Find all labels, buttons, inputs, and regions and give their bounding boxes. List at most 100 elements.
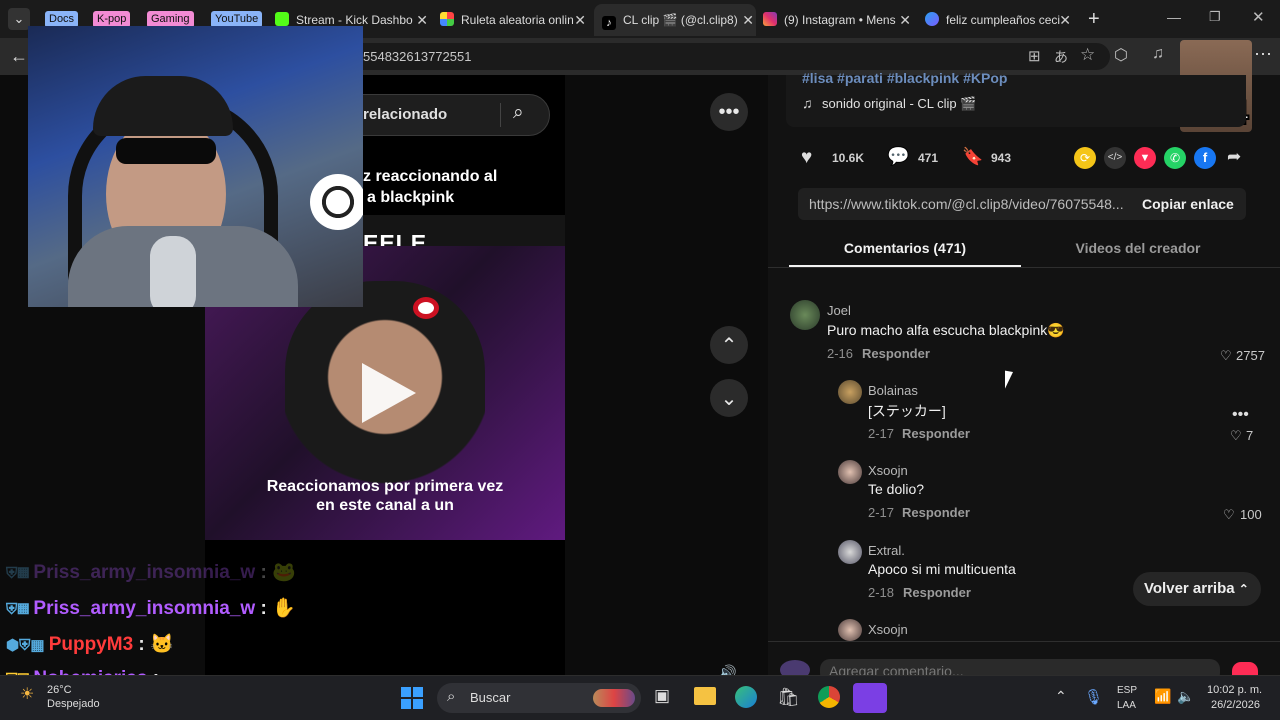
copy-link-button[interactable]: Copiar enlace: [1142, 196, 1234, 212]
cap-logo: [413, 297, 439, 319]
save-count: 943: [991, 151, 1012, 165]
new-tab-icon[interactable]: +: [1088, 8, 1100, 31]
tab-cumpleanos[interactable]: feliz cumpleaños ceci ✕: [925, 4, 1073, 36]
tabs-divider: [768, 267, 1280, 268]
next-video-button[interactable]: ⌄: [710, 379, 748, 417]
tab-instagram[interactable]: (9) Instagram • Mens ✕: [763, 4, 913, 36]
facebook-icon[interactable]: f: [1194, 147, 1216, 169]
wheel-icon: [440, 12, 454, 26]
obs-app-icon[interactable]: [853, 683, 887, 713]
reply-button[interactable]: Responder: [902, 505, 970, 520]
send-to-friends-icon[interactable]: ▼: [1134, 147, 1156, 169]
reply-button[interactable]: Responder: [903, 585, 971, 600]
avatar[interactable]: [790, 300, 820, 330]
comment-like-count: 2757: [1236, 348, 1265, 363]
tray-chevron-icon[interactable]: ⌃: [1055, 688, 1067, 705]
repost-icon[interactable]: ⟳: [1074, 147, 1096, 169]
close-tab-icon[interactable]: ✕: [742, 4, 754, 36]
chat-username: Priss_army_insomnia_w: [33, 562, 256, 583]
tab-ruleta[interactable]: Ruleta aleatoria onlin ✕: [440, 4, 588, 36]
chat-separator: :: [260, 598, 267, 619]
close-window-icon[interactable]: ✕: [1252, 8, 1265, 26]
comment-username[interactable]: Xsoojn: [868, 622, 908, 637]
search-icon[interactable]: ⌕: [513, 102, 524, 124]
clock-date[interactable]: 26/2/2026: [1211, 699, 1260, 711]
microphone-icon[interactable]: 🎙: [1084, 688, 1103, 706]
tab-cl-clip[interactable]: ♪ CL clip 🎬 (@cl.clip8) ✕: [594, 4, 756, 36]
weather-temp: 26°C: [47, 684, 72, 696]
search-icon: ⌕: [447, 688, 456, 705]
close-tab-icon[interactable]: ✕: [1059, 4, 1071, 36]
music-note-icon: ♫: [802, 95, 813, 111]
soccer-ball-shape: [310, 174, 363, 230]
comment-more-icon[interactable]: •••: [1232, 406, 1249, 424]
taskbar-search-placeholder: Buscar: [470, 690, 511, 705]
post-sound[interactable]: sonido original - CL clip 🎬: [822, 96, 976, 112]
favorite-star-icon[interactable]: ☆: [1080, 45, 1095, 65]
restore-icon[interactable]: ❐: [1209, 9, 1221, 25]
chevron-up-icon: ⌃: [720, 334, 738, 357]
clock-time[interactable]: 10:02 p. m.: [1207, 684, 1262, 696]
comment-count: 471: [918, 151, 939, 165]
comment-text: Apoco si mi multicuenta: [868, 561, 1016, 577]
wifi-icon[interactable]: 📶: [1154, 688, 1171, 705]
mouse-cursor-icon: [1005, 370, 1021, 392]
avatar[interactable]: [838, 380, 862, 404]
edge-icon[interactable]: [735, 686, 757, 708]
previous-video-button[interactable]: ⌃: [710, 326, 748, 364]
comment-date: 2-18: [868, 585, 895, 600]
menu-dots-icon[interactable]: ⋯: [1254, 44, 1272, 65]
back-icon[interactable]: ←: [10, 46, 28, 67]
avatar[interactable]: [838, 619, 862, 641]
avatar[interactable]: [838, 540, 862, 564]
avatar[interactable]: [838, 460, 862, 484]
comment-username[interactable]: Xsoojn: [868, 463, 908, 478]
video-link[interactable]: https://www.tiktok.com/@cl.clip8/video/7…: [809, 196, 1127, 212]
embed-icon[interactable]: </>: [1104, 147, 1126, 169]
like-heart-icon[interactable]: ♥: [801, 147, 812, 169]
taskbar-search[interactable]: ⌕ Buscar: [437, 683, 641, 713]
reply-button[interactable]: Responder: [862, 346, 930, 361]
sunglasses-shape: [116, 138, 216, 164]
comment-username[interactable]: Bolainas: [868, 383, 918, 398]
back-to-top-button[interactable]: Volver arriba ⌃: [1133, 572, 1261, 606]
volume-tray-icon[interactable]: 🔈: [1177, 688, 1194, 705]
extensions-icon[interactable]: ⬡: [1114, 45, 1128, 65]
comment-like-icon[interactable]: ♡: [1223, 507, 1235, 523]
close-tab-icon[interactable]: ✕: [416, 4, 428, 36]
collections-icon[interactable]: ♫: [1152, 45, 1164, 63]
split-screen-icon[interactable]: ⊞: [1028, 47, 1041, 65]
tab-creator-videos[interactable]: Videos del creador: [1022, 240, 1254, 256]
bookmark-icon[interactable]: 🔖: [962, 147, 983, 167]
chrome-app-icon[interactable]: [818, 686, 840, 708]
emote-icon: 🐱: [150, 634, 174, 655]
tab-comments[interactable]: Comentarios (471): [789, 240, 1021, 256]
windows-logo-icon: [401, 687, 411, 697]
post-hashtags[interactable]: #lisa #parati #blackpink #KPop: [802, 70, 1007, 86]
lang-line2[interactable]: LAA: [1117, 700, 1136, 711]
task-view-icon[interactable]: ▣: [654, 686, 670, 706]
more-options-button[interactable]: •••: [710, 93, 748, 131]
chevron-up-icon: ⌃: [1238, 582, 1249, 596]
weather-icon[interactable]: ☀: [20, 684, 34, 704]
minimize-icon[interactable]: —: [1167, 9, 1181, 25]
comment-username[interactable]: Extral.: [868, 543, 905, 558]
close-tab-icon[interactable]: ✕: [574, 4, 586, 36]
comment-like-icon[interactable]: ♡: [1220, 348, 1232, 364]
whatsapp-icon[interactable]: ✆: [1164, 147, 1186, 169]
play-icon[interactable]: [362, 363, 416, 423]
weather-desc: Despejado: [47, 698, 100, 710]
lang-line1[interactable]: ESP: [1117, 685, 1137, 696]
tab-list-icon[interactable]: ⌄: [8, 8, 30, 30]
comment-username[interactable]: Joel: [827, 303, 851, 318]
store-icon[interactable]: 🛍: [777, 687, 800, 708]
translate-icon[interactable]: あ: [1054, 47, 1068, 67]
file-explorer-icon[interactable]: [694, 687, 716, 705]
close-tab-icon[interactable]: ✕: [899, 4, 911, 36]
share-arrow-icon[interactable]: ➦: [1227, 147, 1241, 167]
chat-line: ⛨▦ Priss_army_insomnia_w : ✋: [6, 596, 296, 624]
reply-button[interactable]: Responder: [902, 426, 970, 441]
comment-like-icon[interactable]: ♡: [1230, 428, 1242, 444]
comment-bubble-icon[interactable]: 💬: [887, 146, 909, 167]
start-button[interactable]: [401, 687, 423, 709]
